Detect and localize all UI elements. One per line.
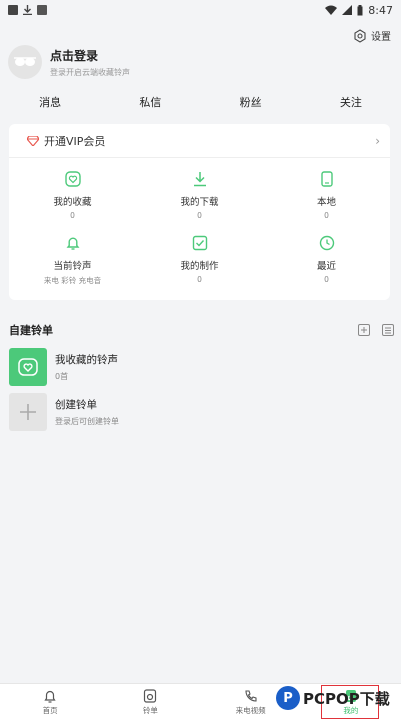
grid-downloads[interactable]: 我的下载 0 xyxy=(136,170,263,234)
bell-icon xyxy=(64,234,82,252)
grid-subtext: 来电 彩铃 充电音 xyxy=(43,276,102,285)
check-box-icon xyxy=(191,234,209,252)
playlist-count: 0首 xyxy=(55,372,69,381)
nav-label: 来电视频 xyxy=(235,705,266,715)
download-icon xyxy=(191,170,209,188)
stat-private-messages[interactable]: 私信 xyxy=(100,94,200,110)
grid-label: 当前铃声 xyxy=(53,261,92,272)
vip-row[interactable]: 开通VIP会员 › xyxy=(9,124,390,158)
nav-label: 铃单 xyxy=(142,705,158,715)
grid-label: 本地 xyxy=(316,197,336,208)
vip-label: 开通VIP会员 xyxy=(44,134,106,148)
grid-my-creations[interactable]: 我的制作 0 xyxy=(136,234,263,298)
stat-fans[interactable]: 粉丝 xyxy=(201,94,301,110)
gear-icon xyxy=(354,28,366,43)
nav-home[interactable]: 首页 xyxy=(0,684,100,720)
sunglasses-avatar-icon xyxy=(14,57,36,66)
grid-count: 0 xyxy=(70,211,75,220)
playlist-section-title: 自建铃单 xyxy=(9,324,53,337)
status-bar-left xyxy=(8,5,47,15)
grid-current-ringtone[interactable]: 当前铃声 来电 彩铃 充电音 xyxy=(9,234,136,298)
login-profile[interactable]: 点击登录 登录开启云端收藏铃声 xyxy=(8,45,130,79)
grid-count: 0 xyxy=(324,275,329,284)
watermark-logo: P PCPOP下载 xyxy=(276,686,390,710)
speaker-icon xyxy=(144,688,157,703)
grid-label: 我的制作 xyxy=(180,261,219,272)
grid-local[interactable]: 本地 0 xyxy=(263,170,390,234)
nav-playlists[interactable]: 铃单 xyxy=(100,684,200,720)
grid-count: 0 xyxy=(324,211,329,220)
playlist-thumb xyxy=(9,348,47,386)
playlist-header: 自建铃单 xyxy=(9,321,394,339)
heart-icon xyxy=(18,358,38,376)
settings-button[interactable]: 设置 xyxy=(353,28,391,43)
phone-icon xyxy=(318,170,336,188)
signal-icon xyxy=(342,5,353,15)
chevron-right-icon: › xyxy=(375,133,380,148)
avatar[interactable] xyxy=(8,45,42,79)
grid-favorites[interactable]: 我的收藏 0 xyxy=(9,170,136,234)
clock-icon xyxy=(318,234,336,252)
settings-label: 设置 xyxy=(371,32,391,43)
playlist-subtext: 登录后可创建铃单 xyxy=(55,417,119,426)
login-title: 点击登录 xyxy=(50,48,99,63)
grid-label: 最近 xyxy=(316,261,336,272)
grid-count: 0 xyxy=(197,211,202,220)
login-subtitle: 登录开启云端收藏铃声 xyxy=(50,67,130,77)
wifi-icon xyxy=(325,5,338,15)
notification-icon xyxy=(8,5,18,15)
heart-icon xyxy=(64,170,82,188)
grid-count: 0 xyxy=(197,275,202,284)
download-notification-icon xyxy=(23,5,32,15)
playlist-thumb xyxy=(9,393,47,431)
phone-video-icon xyxy=(245,689,257,702)
status-time: 8:47 xyxy=(368,3,393,17)
add-playlist-icon[interactable] xyxy=(358,324,370,336)
watermark-text: PCPOP下载 xyxy=(303,689,390,708)
status-bar-right: 8:47 xyxy=(325,4,393,17)
watermark-p-icon: P xyxy=(276,686,300,710)
playlist-item-favorites[interactable]: 我收藏的铃声 0首 xyxy=(9,348,118,386)
nav-label: 首页 xyxy=(42,705,58,715)
playlist-name: 我收藏的铃声 xyxy=(55,354,118,366)
playlist-name: 创建铃单 xyxy=(55,399,97,411)
stat-following[interactable]: 关注 xyxy=(301,94,401,110)
stat-messages[interactable]: 消息 xyxy=(0,94,100,110)
plus-icon xyxy=(20,404,36,420)
create-playlist-item[interactable]: 创建铃单 登录后可创建铃单 xyxy=(9,393,119,431)
manage-playlist-icon[interactable] xyxy=(382,324,394,336)
status-bar: 8:47 xyxy=(0,0,401,20)
feature-grid: 我的收藏 0 我的下载 0 本地 0 当前铃声 来电 彩铃 充电音 我的制作 0… xyxy=(9,158,390,298)
app-notification-icon xyxy=(37,5,47,15)
battery-icon xyxy=(357,4,363,15)
grid-label: 我的收藏 xyxy=(53,197,92,208)
grid-recent[interactable]: 最近 0 xyxy=(263,234,390,298)
grid-label: 我的下载 xyxy=(180,197,219,208)
bell-outline-icon xyxy=(44,690,56,703)
stats-row: 消息 私信 粉丝 关注 xyxy=(0,94,401,110)
diamond-icon xyxy=(27,135,39,146)
feature-card: 开通VIP会员 › 我的收藏 0 我的下载 0 本地 0 当前铃声 来电 彩铃 … xyxy=(9,124,390,300)
